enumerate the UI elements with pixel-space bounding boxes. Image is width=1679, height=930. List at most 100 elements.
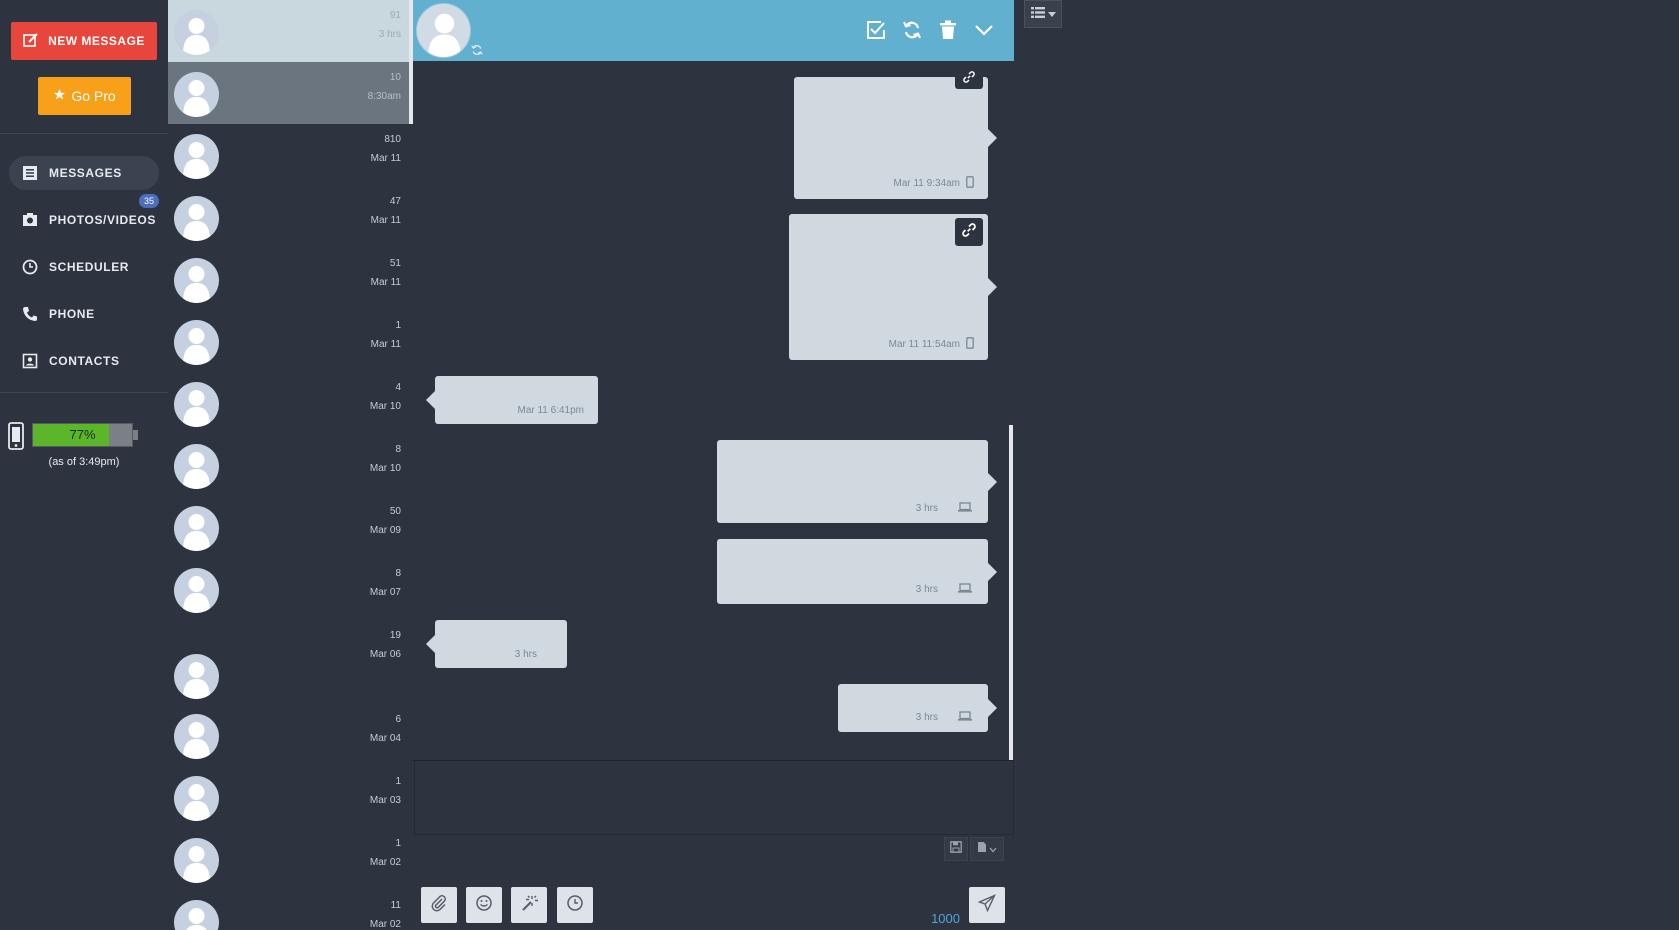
conversation-row[interactable]: 91 3 hrs bbox=[168, 0, 409, 62]
nav-item-phone[interactable]: PHONE bbox=[9, 297, 159, 331]
left-nav: NEW MESSAGE Go Pro MESSAGES PHOTOS/VIDEO… bbox=[0, 0, 168, 930]
message-bubble-incoming[interactable]: Mar 11 6:41pm bbox=[426, 376, 598, 424]
conversation-row[interactable]: 4 Mar 10 bbox=[168, 372, 409, 434]
message-bubble-incoming[interactable]: 3 hrs bbox=[426, 620, 567, 668]
go-pro-button[interactable]: Go Pro bbox=[38, 77, 131, 115]
message-count: 6 bbox=[395, 714, 401, 725]
caret-down-icon bbox=[1047, 5, 1056, 23]
document-icon bbox=[977, 840, 987, 858]
battery-cap bbox=[133, 430, 138, 440]
delete-button[interactable] bbox=[936, 20, 960, 44]
chevron-down-icon bbox=[974, 23, 994, 42]
clock-icon bbox=[21, 258, 39, 276]
conversation-row[interactable]: 8 Mar 07 bbox=[168, 558, 409, 620]
emoji-button[interactable] bbox=[466, 887, 502, 923]
refresh-button[interactable] bbox=[900, 20, 924, 44]
message-timestamp: Mar 11 9:34am bbox=[893, 176, 988, 191]
send-button[interactable] bbox=[969, 887, 1005, 923]
nav-item-scheduler[interactable]: SCHEDULER bbox=[9, 250, 159, 284]
contacts-icon bbox=[21, 352, 39, 370]
attach-button[interactable] bbox=[421, 887, 457, 923]
message-bubble-outgoing[interactable]: 3 hrs bbox=[717, 539, 997, 604]
link-button[interactable] bbox=[955, 218, 983, 246]
list-view-icon bbox=[1030, 5, 1045, 23]
phone-battery-status: 77% (as of 3:49pm) bbox=[6, 420, 156, 480]
message-thread-scrollbar[interactable] bbox=[1009, 425, 1013, 760]
sync-icon bbox=[471, 43, 483, 61]
magic-wand-button[interactable] bbox=[511, 887, 547, 923]
conversation-row[interactable]: 47 Mar 11 bbox=[168, 186, 409, 248]
conversation-date: Mar 02 bbox=[369, 919, 401, 930]
link-button[interactable] bbox=[955, 69, 983, 89]
conversation-date: Mar 07 bbox=[369, 587, 401, 598]
trash-icon bbox=[939, 20, 957, 45]
conversation-row[interactable]: 1 Mar 03 bbox=[168, 766, 409, 828]
avatar bbox=[174, 838, 219, 883]
new-message-button[interactable]: NEW MESSAGE bbox=[11, 22, 157, 60]
save-draft-button[interactable] bbox=[944, 837, 968, 861]
message-timestamp: Mar 11 6:41pm bbox=[517, 405, 584, 416]
photos-count-badge: 35 bbox=[139, 194, 159, 208]
laptop-icon bbox=[958, 583, 972, 596]
message-timestamp: Mar 11 11:54am bbox=[889, 337, 988, 352]
view-mode-toggle[interactable] bbox=[1024, 0, 1062, 28]
magic-wand-icon bbox=[520, 894, 538, 917]
schedule-button[interactable] bbox=[557, 887, 593, 923]
message-timestamp: 3 hrs bbox=[916, 711, 988, 724]
avatar bbox=[174, 10, 219, 55]
conversation-row[interactable]: 8 Mar 10 bbox=[168, 434, 409, 496]
message-count: 19 bbox=[389, 630, 401, 641]
conversation-row[interactable]: 1 Mar 11 bbox=[168, 310, 409, 372]
laptop-icon bbox=[958, 502, 972, 515]
conversation-list[interactable]: 91 3 hrs 10 8:30am 810 Mar 11 47 Mar 11 51 Mar 11… bbox=[168, 0, 409, 930]
message-bubble-outgoing[interactable]: 3 hrs bbox=[717, 440, 997, 523]
contact-avatar[interactable] bbox=[416, 3, 471, 58]
conversation-date: Mar 11 bbox=[370, 339, 401, 350]
message-bubble-outgoing[interactable]: Mar 11 9:34am bbox=[794, 69, 997, 199]
paper-plane-icon bbox=[977, 893, 996, 917]
message-bubble-outgoing[interactable]: Mar 11 11:54am bbox=[789, 214, 997, 360]
avatar bbox=[174, 654, 219, 699]
smiley-icon bbox=[475, 894, 493, 917]
mark-read-button[interactable] bbox=[864, 20, 888, 44]
conversation-row[interactable]: 6 Mar 04 bbox=[168, 704, 409, 766]
nav-item-contacts[interactable]: CONTACTS bbox=[9, 344, 159, 378]
conversation-row[interactable]: 10 8:30am bbox=[168, 62, 409, 124]
nav-item-photos-videos[interactable]: PHOTOS/VIDEOS bbox=[9, 203, 159, 237]
conversation-row[interactable]: 11 Mar 02 bbox=[168, 890, 409, 930]
conversation-row[interactable]: 51 Mar 11 bbox=[168, 248, 409, 310]
conversation-row[interactable]: 810 Mar 11 bbox=[168, 124, 409, 186]
conversation-row[interactable]: 50 Mar 09 bbox=[168, 496, 409, 558]
conversation-date: Mar 04 bbox=[369, 733, 401, 744]
battery-bar: 77% bbox=[32, 423, 133, 447]
phone-icon bbox=[966, 337, 974, 352]
avatar bbox=[174, 382, 219, 427]
floppy-disk-icon bbox=[950, 840, 962, 858]
message-bubble-outgoing[interactable]: 3 hrs bbox=[838, 684, 997, 732]
message-count: 1 bbox=[395, 776, 401, 787]
message-thread[interactable]: Mar 11 9:34am Mar 11 11:54am Mar 11 6:41… bbox=[413, 61, 1014, 761]
phone-icon bbox=[966, 176, 974, 191]
message-count: 47 bbox=[389, 196, 401, 207]
go-pro-label: Go Pro bbox=[71, 88, 116, 104]
conversation-row[interactable]: 19 Mar 06 bbox=[168, 620, 409, 699]
message-count: 11 bbox=[390, 900, 401, 911]
conversation-row[interactable]: 1 Mar 02 bbox=[168, 828, 409, 890]
message-count: 1 bbox=[395, 838, 401, 849]
avatar bbox=[174, 134, 219, 179]
nav-item-messages[interactable]: MESSAGES bbox=[9, 156, 159, 190]
templates-dropdown-button[interactable] bbox=[970, 837, 1004, 861]
conversation-date: Mar 11 bbox=[370, 277, 401, 288]
message-composer bbox=[414, 761, 1014, 835]
conversation-date: Mar 09 bbox=[369, 525, 401, 536]
star-icon bbox=[53, 88, 66, 104]
messages-icon bbox=[21, 164, 39, 182]
new-message-label: NEW MESSAGE bbox=[48, 34, 145, 48]
avatar bbox=[174, 196, 219, 241]
camera-icon bbox=[21, 211, 39, 229]
nav-label: PHOTOS/VIDEOS bbox=[49, 213, 156, 227]
message-input[interactable] bbox=[415, 761, 1013, 834]
nav-label: MESSAGES bbox=[49, 166, 122, 180]
more-options-button[interactable] bbox=[972, 20, 996, 44]
avatar bbox=[174, 900, 219, 930]
